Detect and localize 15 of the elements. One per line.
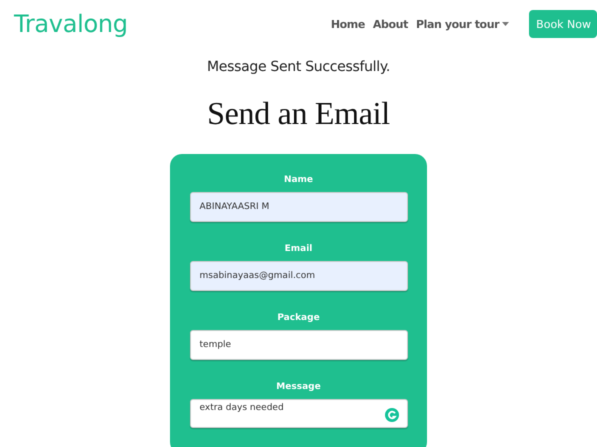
nav-link[interactable]: About [372, 18, 408, 30]
field-label: Name [284, 174, 314, 187]
input-field[interactable]: temple [190, 330, 408, 360]
caret-icon [502, 22, 510, 26]
page-heading: Send an Email [207, 95, 390, 132]
field-label: Message [276, 381, 321, 394]
input-field[interactable]: msabinayaas@gmail.com [190, 261, 408, 291]
success-message: Message Sent Successfully. [207, 59, 390, 75]
grammar-assistant-icon[interactable] [384, 408, 398, 422]
field-label: Email [284, 243, 312, 256]
nav-dropdown[interactable]: Plan your tour [416, 18, 510, 30]
input-field[interactable]: ABINAYAASRI M [190, 192, 408, 222]
message-textarea[interactable]: extra days needed [190, 399, 408, 428]
nav-link[interactable]: Home [330, 18, 365, 30]
field-label: Package [277, 312, 320, 325]
